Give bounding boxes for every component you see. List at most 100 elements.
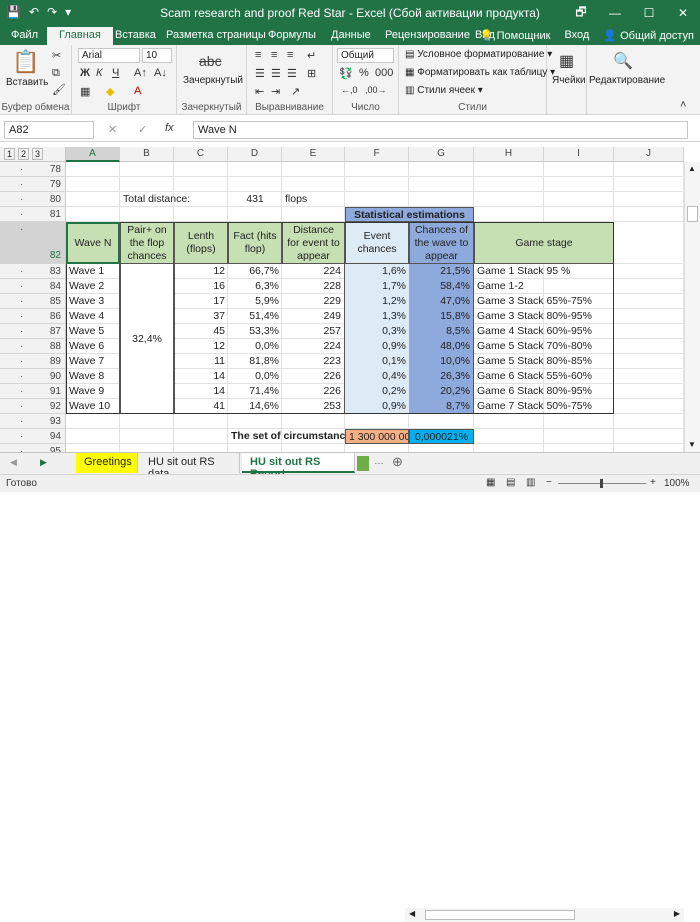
row-header[interactable]: 88 [0,339,66,354]
find-icon[interactable]: 🔍 [613,51,633,71]
row-header[interactable]: 91 [0,384,66,399]
copy-icon[interactable]: ⧉ [52,67,60,80]
grid-cell[interactable] [228,207,282,222]
wave-name[interactable]: Wave 7 [66,354,120,369]
grid-cell[interactable] [345,192,409,207]
row-header[interactable]: 81 [0,207,66,222]
wave-stage[interactable]: Game 1-2 [474,279,614,294]
formula-input[interactable]: Wave N [193,121,688,139]
grid-cell[interactable] [228,177,282,192]
name-box[interactable]: A82 [4,121,94,139]
align-middle-icon[interactable]: ≡ [271,49,277,61]
wave-stage[interactable]: Game 7 Stack 50%-75% [474,399,614,414]
row-header[interactable]: 92 [0,399,66,414]
wave-lenth[interactable]: 12 [174,339,228,354]
strikethrough-button[interactable]: Зачеркнутый [183,75,243,86]
cell-styles-button[interactable]: ▥ Стили ячеек ▾ [405,85,483,96]
grid-cell[interactable] [614,222,684,264]
thousands-icon[interactable]: 000 [375,67,393,79]
wave-distance[interactable]: 257 [282,324,345,339]
header-distance[interactable]: Distance for event to appear [282,222,345,264]
grow-font-icon[interactable]: A↑ [134,67,147,79]
total-distance-label[interactable]: Total distance: [120,192,228,207]
wave-fact[interactable]: 81,8% [228,354,282,369]
grid-cell[interactable] [120,177,174,192]
total-distance-value[interactable]: 431 [228,192,282,207]
grid-cell[interactable] [282,414,345,429]
grid-cell[interactable] [228,162,282,177]
header-stage[interactable]: Game stage [474,222,614,264]
wave-lenth[interactable]: 37 [174,309,228,324]
scroll-up-icon[interactable]: ▲ [688,164,696,173]
wave-fact[interactable]: 71,4% [228,384,282,399]
zoom-in-icon[interactable]: + [650,477,656,488]
wave-fact[interactable]: 6,3% [228,279,282,294]
sheet-tab-hidden[interactable] [357,456,369,471]
wave-chance[interactable]: 15,8% [409,309,474,324]
grid-cell[interactable] [228,414,282,429]
wave-name[interactable]: Wave 4 [66,309,120,324]
minimize-button[interactable]: — [598,0,632,26]
paste-button[interactable]: Вставить [6,77,48,88]
editing-button[interactable]: Редактирование [589,75,665,86]
outline-level-3[interactable]: 3 [32,148,44,160]
wave-lenth[interactable]: 41 [174,399,228,414]
sheet-tab-data[interactable]: HU sit out RS data [140,453,240,480]
grid-cell[interactable] [614,399,684,414]
circumstances-label[interactable]: The set of circumstances -> [228,429,345,444]
number-format-select[interactable]: Общий [337,48,394,63]
row-header[interactable]: 79 [0,177,66,192]
row-header[interactable]: 78 [0,162,66,177]
strikethrough-icon[interactable]: abc [199,53,222,69]
grid-cell[interactable] [474,162,544,177]
outline-level-1[interactable]: 1 [4,148,16,160]
grid-cell[interactable] [66,207,120,222]
grid-cell[interactable] [409,192,474,207]
scroll-down-icon[interactable]: ▼ [688,440,696,449]
grid-cell[interactable] [614,324,684,339]
wave-distance[interactable]: 223 [282,354,345,369]
wrap-text-icon[interactable]: ↵ [307,49,316,62]
collapse-ribbon-icon[interactable]: ˄ [680,99,686,111]
wave-event-chance[interactable]: 0,2% [345,384,409,399]
wave-distance[interactable]: 228 [282,279,345,294]
wave-lenth[interactable]: 45 [174,324,228,339]
grid-cell[interactable] [66,192,120,207]
grid-cell[interactable] [174,162,228,177]
header-wave[interactable]: Wave N [66,222,120,264]
wave-chance[interactable]: 26,3% [409,369,474,384]
italic-icon[interactable]: К [96,67,102,79]
fill-color-icon[interactable]: ◆ [106,85,114,98]
wave-chance[interactable]: 10,0% [409,354,474,369]
wave-name[interactable]: Wave 5 [66,324,120,339]
row-header[interactable]: 86 [0,309,66,324]
wave-name[interactable]: Wave 8 [66,369,120,384]
wave-stage[interactable]: Game 3 Stack 65%-75% [474,294,614,309]
grid-cell[interactable] [614,264,684,279]
grid-cell[interactable] [614,369,684,384]
page-layout-view-icon[interactable]: ▤ [506,477,515,488]
wave-fact[interactable]: 14,6% [228,399,282,414]
orientation-icon[interactable]: ↗ [291,85,300,98]
wave-fact[interactable]: 66,7% [228,264,282,279]
wave-fact[interactable]: 53,3% [228,324,282,339]
wave-distance[interactable]: 226 [282,384,345,399]
prev-sheet-icon[interactable]: ◀ [10,457,17,468]
conditional-format-button[interactable]: ▤ Условное форматирование ▾ [405,49,552,60]
wave-distance[interactable]: 224 [282,264,345,279]
wave-lenth[interactable]: 14 [174,369,228,384]
column-header-e[interactable]: E [282,147,345,162]
grid-cell[interactable] [614,354,684,369]
grid-cell[interactable] [474,207,544,222]
wave-lenth[interactable]: 16 [174,279,228,294]
wave-event-chance[interactable]: 0,9% [345,399,409,414]
header-lenth[interactable]: Lenth (flops) [174,222,228,264]
wave-stage[interactable]: Game 4 Stack 60%-95% [474,324,614,339]
enter-icon[interactable]: ✓ [138,123,147,136]
grid-cell[interactable] [345,414,409,429]
grid-cell[interactable] [120,207,174,222]
wave-event-chance[interactable]: 0,9% [345,339,409,354]
wave-distance[interactable]: 253 [282,399,345,414]
grid-cell[interactable] [614,192,684,207]
grid-cell[interactable] [474,429,544,444]
